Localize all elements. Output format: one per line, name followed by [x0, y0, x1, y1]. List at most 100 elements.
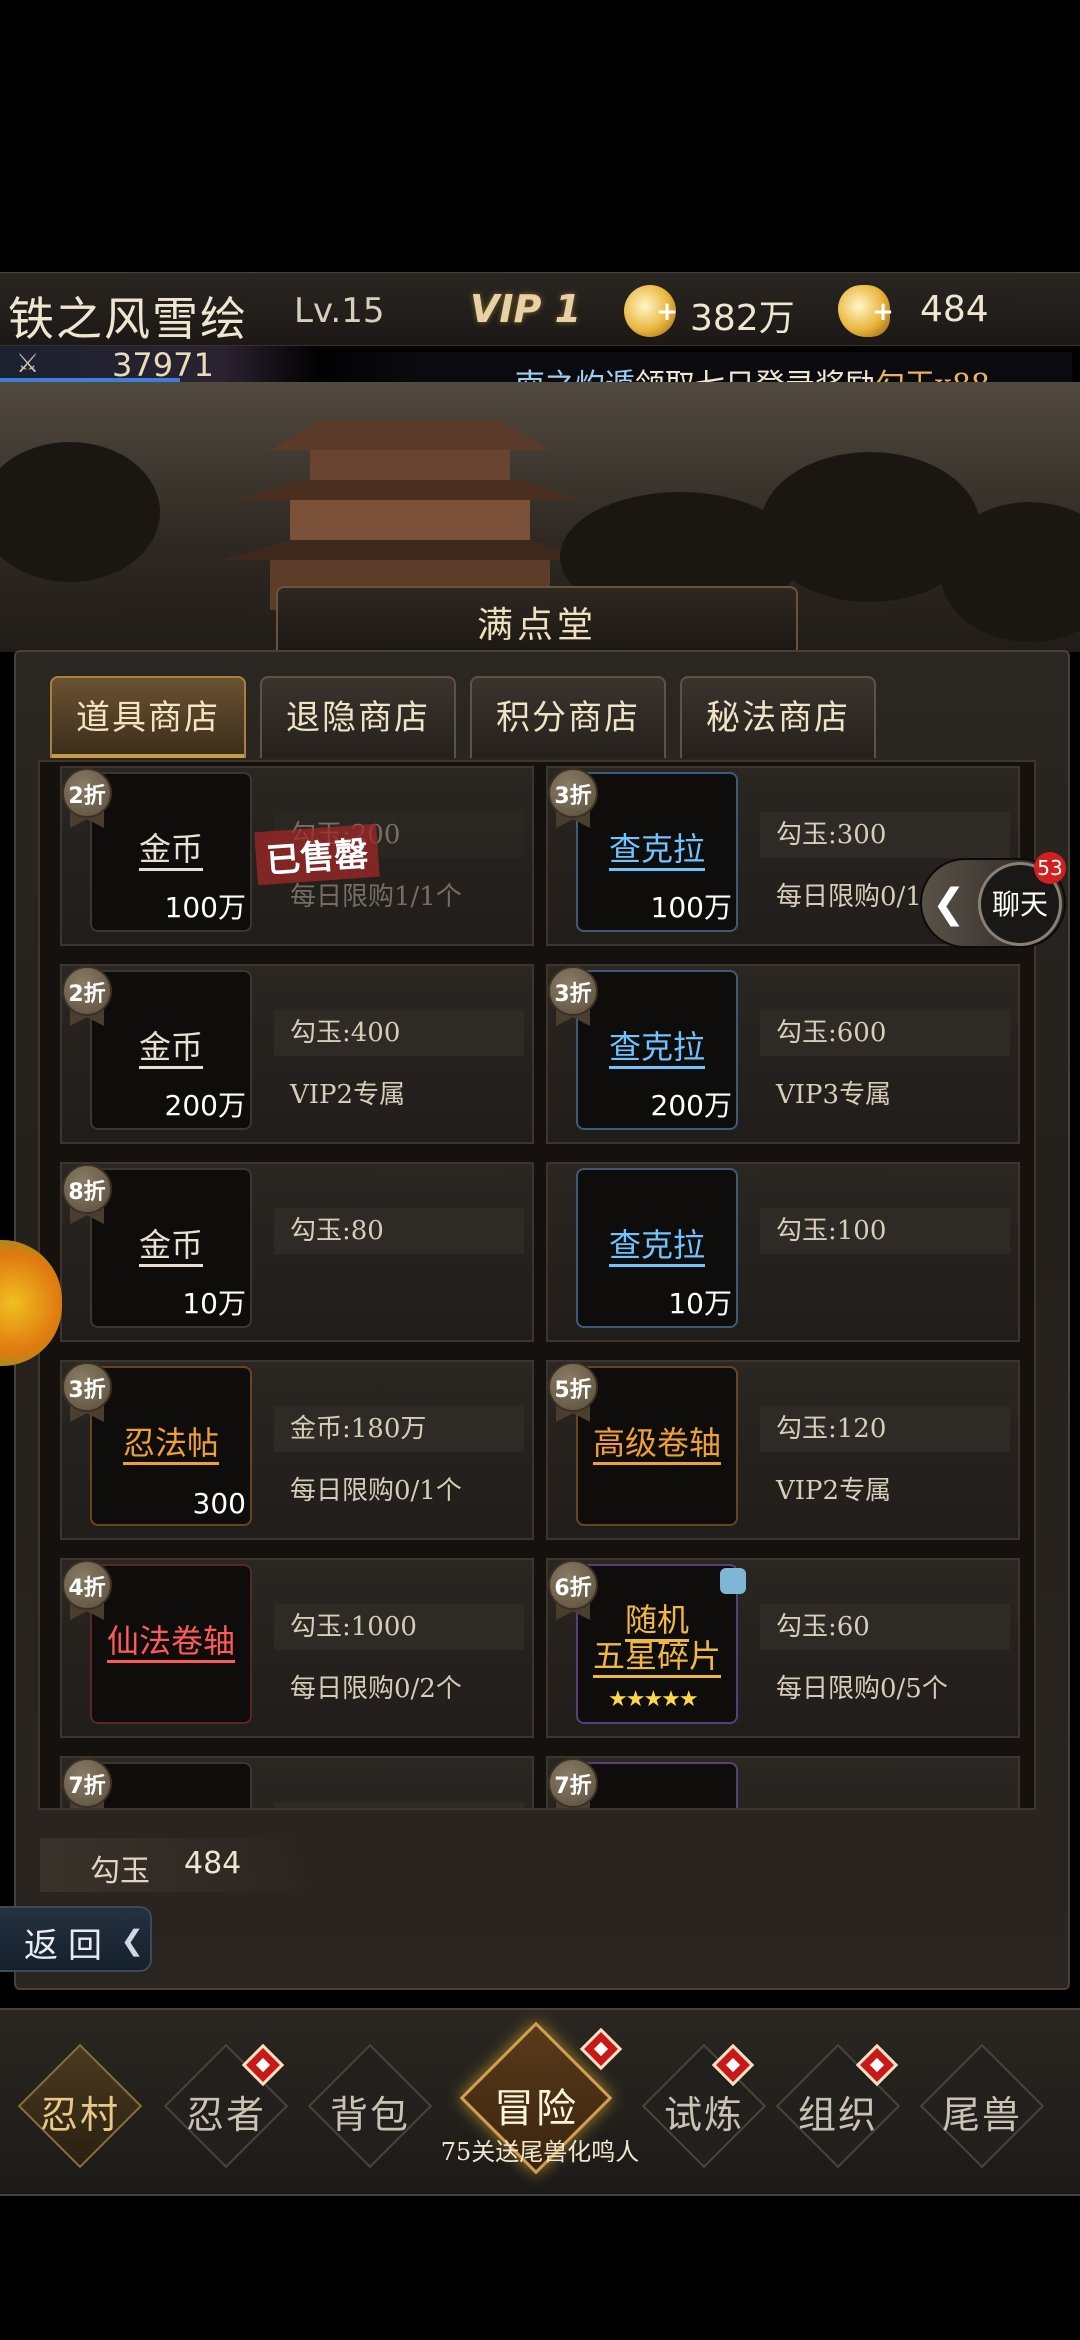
top-status-bar: 铁之风雪绘 Lv.15 VIP 1 + 382万 + 484 [0, 272, 1080, 346]
discount-badge: 2折 [62, 966, 114, 1026]
discount-text: 2折 [68, 982, 106, 1007]
player-level: Lv.15 [294, 291, 385, 331]
item-name: 随机 五星碎片 [578, 1602, 736, 1674]
crossed-swords-icon: ⚔ [16, 349, 40, 379]
item-name: 查克拉 [608, 1226, 705, 1264]
add-jade-icon[interactable]: + [872, 299, 894, 325]
item-price: 勾玉:60 [760, 1604, 1010, 1650]
star-rating: ★★★★★ [608, 1687, 699, 1712]
discount-badge: 7折 [62, 1758, 114, 1808]
back-label: 返回 [24, 1926, 112, 1966]
item-icon: 随机 五星碎片 ★★★★★ [576, 1564, 746, 1724]
nav-label: 试炼 [663, 2093, 744, 2137]
game-screen: { "header": { "player_name": "铁之风雪绘", "l… [0, 0, 1080, 2340]
item-name: 高级卷轴 [592, 1424, 721, 1462]
shop-item-card[interactable]: 仙法卷轴 4折 勾玉:1000 每日限购0/2个 [60, 1558, 534, 1738]
adventure-hint: 75关送尾兽化鸣人 [440, 2138, 640, 2166]
shop-item-list[interactable]: 金币 100万 2折 勾玉:200 每日限购1/1个 已售罄 查克拉 100万 … [38, 760, 1036, 1810]
discount-text: 4折 [68, 1576, 106, 1601]
shop-item-card[interactable]: 7折 [546, 1756, 1020, 1808]
shop-item-card[interactable]: 随机 五星碎片 ★★★★★ 6折 勾玉:60 每日限购0/5个 [546, 1558, 1020, 1738]
item-name: 仙法卷轴 [106, 1622, 235, 1660]
item-price: 勾玉:120 [760, 1406, 1010, 1452]
combat-power-bar: ⚔ 37971 [0, 346, 320, 384]
item-price: 勾玉:300 [760, 812, 1010, 858]
gouyu-value: 484 [184, 1846, 242, 1881]
discount-badge: 5折 [548, 1362, 600, 1422]
shop-item-card[interactable]: 查克拉 200万 3折 勾玉:600 VIP3专属 [546, 964, 1020, 1144]
nav-label: 组织 [797, 2093, 878, 2137]
coin-value: 382万 [690, 298, 795, 339]
discount-badge: 6折 [548, 1560, 600, 1620]
nav-label: 冒险 [494, 2086, 578, 2132]
shop-item-card[interactable]: 高级卷轴 5折 勾玉:120 VIP2专属 [546, 1360, 1020, 1540]
vip-badge[interactable]: VIP 1 [470, 287, 581, 331]
tree-shape [0, 442, 160, 582]
item-price: 勾玉:1000 [274, 1604, 524, 1650]
add-coin-icon[interactable]: + [656, 299, 678, 325]
item-quantity: 10万 [668, 1287, 732, 1320]
item-icon: 忍法帖 300 [90, 1366, 252, 1526]
gouyu-balance: 勾玉 484 [40, 1838, 310, 1892]
tab-points-shop[interactable]: 积分商店 [470, 676, 666, 758]
discount-badge: 8折 [62, 1164, 114, 1224]
item-quantity: 200万 [164, 1089, 246, 1122]
bottom-navigation: 忍村 忍者 背包 冒险 试炼 组织 尾兽 [0, 2008, 1080, 2196]
item-quantity: 10万 [182, 1287, 246, 1320]
item-icon: 查克拉 200万 [576, 970, 738, 1130]
item-name: 金币 [138, 1226, 203, 1264]
discount-text: 2折 [68, 784, 106, 809]
discount-text: 7折 [554, 1774, 592, 1799]
purchase-limit: VIP3专属 [776, 1080, 892, 1110]
discount-text: 6折 [554, 1576, 592, 1601]
shop-item-card[interactable]: 金币 100万 2折 勾玉:200 每日限购1/1个 已售罄 [60, 766, 534, 946]
shop-item-card[interactable]: 金币 10万 8折 勾玉:80 [60, 1162, 534, 1342]
discount-badge: 3折 [62, 1362, 114, 1422]
shop-item-card[interactable]: 忍法帖 300 3折 金币:180万 每日限购0/1个 [60, 1360, 534, 1540]
tab-retire-shop[interactable]: 退隐商店 [260, 676, 456, 758]
item-price: 勾玉:400 [274, 1010, 524, 1056]
item-price [274, 1802, 524, 1808]
chevron-left-icon: ❮ [932, 881, 966, 927]
chevron-left-icon: ❮ [120, 1924, 144, 1957]
discount-text: 3折 [554, 982, 592, 1007]
item-icon: 查克拉 10万 [576, 1168, 738, 1328]
discount-badge: 2折 [62, 768, 114, 828]
sold-out-stamp: 已售罄 [254, 823, 380, 886]
shop-item-card[interactable]: 金币 200万 2折 勾玉:400 VIP2专属 [60, 964, 534, 1144]
shop-item-card[interactable]: 查克拉 10万 勾玉:100 [546, 1162, 1020, 1342]
purchase-limit: VIP2专属 [290, 1080, 406, 1110]
tab-secret-shop[interactable]: 秘法商店 [680, 676, 876, 758]
item-quantity: 100万 [164, 891, 246, 924]
nav-label: 忍者 [185, 2093, 266, 2137]
item-icon [90, 1762, 252, 1808]
item-name-line: 五星碎片 [592, 1637, 721, 1675]
shop-item-card[interactable]: 7折 [60, 1756, 534, 1808]
item-price: 勾玉:80 [274, 1208, 524, 1254]
discount-text: 8折 [68, 1180, 106, 1205]
item-icon: 金币 200万 [90, 970, 252, 1130]
purchase-limit: 每日限购0/5个 [776, 1674, 948, 1704]
player-name[interactable]: 铁之风雪绘 [8, 283, 248, 349]
item-icon: 金币 100万 [90, 772, 252, 932]
item-icon: 仙法卷轴 [90, 1564, 252, 1724]
item-name: 金币 [138, 830, 203, 868]
item-price: 金币:180万 [274, 1406, 524, 1452]
puzzle-piece-icon [720, 1568, 746, 1594]
item-name: 查克拉 [608, 1028, 705, 1066]
discount-text: 3折 [68, 1378, 106, 1403]
item-icon: 金币 10万 [90, 1168, 252, 1328]
purchase-limit: 每日限购0/2个 [290, 1674, 462, 1704]
discount-badge: 3折 [548, 768, 600, 828]
discount-text: 3折 [554, 784, 592, 809]
back-button[interactable]: 返回 ❮ [0, 1906, 152, 1972]
item-price: 勾玉:600 [760, 1010, 1010, 1056]
item-icon: 查克拉 100万 [576, 772, 738, 932]
tab-item-shop[interactable]: 道具商店 [50, 676, 246, 758]
item-icon: 高级卷轴 [576, 1366, 738, 1526]
nav-label: 忍村 [39, 2093, 120, 2137]
purchase-limit: 每日限购0/1个 [290, 1476, 462, 1506]
chat-unread-badge: 53 [1034, 852, 1066, 884]
discount-text: 5折 [554, 1378, 592, 1403]
item-name: 查克拉 [608, 830, 705, 868]
